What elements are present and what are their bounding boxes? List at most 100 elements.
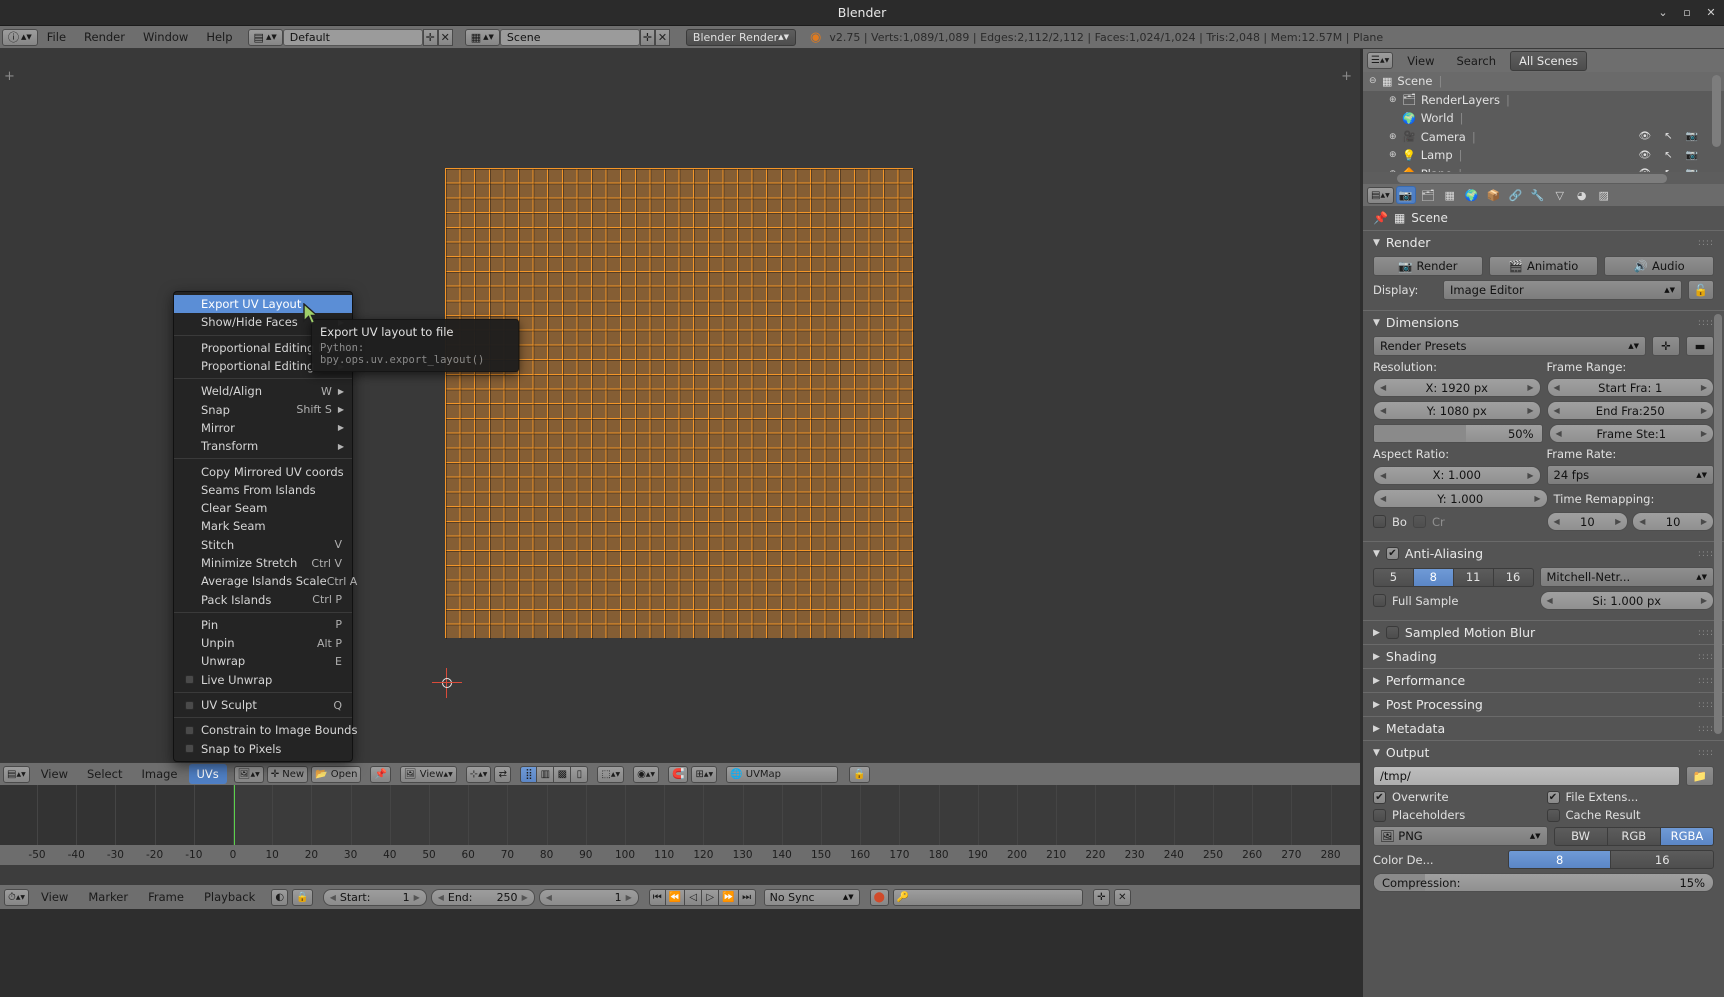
color-mode-rgb[interactable]: RGB [1608, 827, 1661, 846]
outliner-row[interactable]: ⊕🔶Plane|👁↖📷 [1363, 165, 1724, 173]
lock-icon[interactable]: 🔒 [849, 766, 869, 783]
resolution-y-field[interactable]: ◀ Y: 1080 px ▶ [1373, 401, 1541, 420]
aa-sample-5[interactable]: 5 [1373, 568, 1414, 587]
menu-checkbox-icon[interactable] [185, 701, 194, 710]
start-frame-inc-arrow[interactable]: ▶ [414, 893, 420, 902]
aspect-y-inc-arrow[interactable]: ▶ [1534, 494, 1540, 503]
aspect-x-inc-arrow[interactable]: ▶ [1527, 471, 1533, 480]
menu-item-unwrap[interactable]: UnwrapE [174, 652, 352, 670]
frame-rate-selector[interactable]: 24 fps ▲▼ [1547, 465, 1715, 485]
aa-size-field[interactable]: ◀ Si: 1.000 px ▶ [1540, 591, 1715, 610]
menu-item-live-unwrap[interactable]: Live Unwrap [174, 671, 352, 689]
timeline-menu-playback[interactable]: Playback [196, 888, 263, 906]
color-mode-bw[interactable]: BW [1554, 827, 1608, 846]
menu-help[interactable]: Help [197, 28, 241, 46]
outliner-restriction-icons[interactable]: 👁↖📷 [1638, 131, 1698, 142]
time-remap-new-field[interactable]: ◀ 10 ▶ [1632, 512, 1714, 531]
res-x-dec-arrow[interactable]: ◀ [1380, 383, 1386, 392]
render-audio-button[interactable]: 🔊 Audio [1604, 256, 1714, 276]
panel-header-dimensions[interactable]: ▼ Dimensions :::: [1363, 310, 1724, 334]
image-browse-icon[interactable]: 🖼▲▼ [234, 766, 264, 783]
menu-window[interactable]: Window [134, 28, 197, 46]
menu-item-average-islands-scale[interactable]: Average Islands ScaleCtrl A [174, 572, 352, 590]
sticky-select-icon[interactable]: ⬚▲▼ [597, 766, 624, 783]
scene-name-field[interactable]: Scene [500, 29, 640, 46]
outliner-display-mode[interactable]: All Scenes [1510, 51, 1587, 71]
menu-item-seams-from-islands[interactable]: Seams From Islands [174, 481, 352, 499]
toolshelf-expand-icon[interactable]: + [4, 69, 15, 84]
keying-add-icon[interactable]: ✛ [1093, 889, 1110, 906]
end-frame-inc-arrow[interactable]: ▶ [522, 893, 528, 902]
add-layout-button[interactable]: ✛ [423, 29, 438, 46]
selectability-arrow-icon[interactable]: ↖ [1664, 131, 1672, 142]
render-presets-selector[interactable]: Render Presets ▲▼ [1373, 336, 1646, 356]
aspect-y-dec-arrow[interactable]: ◀ [1380, 494, 1386, 503]
play-reverse-icon[interactable]: ◁ [685, 889, 702, 906]
panel-header-performance[interactable]: ▶Performance:::: [1363, 668, 1724, 692]
select-island-icon[interactable]: ▯ [571, 766, 588, 783]
menu-item-clear-seam[interactable]: Clear Seam [174, 499, 352, 517]
outliner-row[interactable]: ⊕🗂RenderLayers| [1363, 91, 1724, 110]
end-fra-dec-arrow[interactable]: ◀ [1554, 406, 1560, 415]
playback-controls[interactable]: ⏮ ⏪ ◁ ▷ ⏩ ⏭ [649, 889, 756, 906]
new-image-button[interactable]: ✛ New [267, 766, 308, 783]
tab-render-layers[interactable]: 🗂 [1418, 186, 1438, 204]
selectability-arrow-icon[interactable]: ↖ [1664, 168, 1672, 172]
menu-item-uv-sculpt[interactable]: UV SculptQ [174, 696, 352, 714]
start-fra-inc-arrow[interactable]: ▶ [1701, 383, 1707, 392]
panel-header-output[interactable]: ▼ Output :::: [1363, 740, 1724, 764]
renderability-camera-icon[interactable]: 📷 [1686, 150, 1698, 161]
compression-slider[interactable]: Compression: 15% [1373, 873, 1714, 892]
menu-item-pin[interactable]: PinP [174, 616, 352, 634]
current-frame-inc-arrow[interactable]: ▶ [626, 893, 632, 902]
aa-size-dec-arrow[interactable]: ◀ [1547, 596, 1553, 605]
outliner-row[interactable]: ⊕🎥Camera|👁↖📷 [1363, 128, 1724, 147]
start-fra-dec-arrow[interactable]: ◀ [1554, 383, 1560, 392]
editor-type-selector-uv[interactable]: ▤▲▼ [3, 766, 30, 783]
timeline-ruler[interactable]: -50-40-30-20-100102030405060708090100110… [0, 845, 1360, 865]
timeline-editor[interactable]: -50-40-30-20-100102030405060708090100110… [0, 785, 1360, 891]
selectability-arrow-icon[interactable]: ↖ [1664, 150, 1672, 161]
aspect-y-field[interactable]: ◀ Y: 1.000 ▶ [1373, 489, 1548, 508]
menu-item-pack-islands[interactable]: Pack IslandsCtrl P [174, 590, 352, 608]
visibility-eye-icon[interactable]: 👁 [1638, 131, 1651, 142]
expander-plus-icon[interactable]: ⊕ [1389, 169, 1402, 172]
minimize-icon[interactable]: ⌄ [1656, 6, 1670, 20]
tab-data[interactable]: ▽ [1550, 186, 1570, 204]
file-format-selector[interactable]: 🖼 PNG ▲▼ [1373, 826, 1548, 846]
jump-to-end-icon[interactable]: ⏭ [739, 889, 756, 906]
current-frame-dec-arrow[interactable]: ◀ [546, 893, 552, 902]
menu-item-snap[interactable]: SnapShift S▶ [174, 400, 352, 418]
play-icon[interactable]: ▷ [702, 889, 719, 906]
tab-render[interactable]: 📷 [1396, 186, 1416, 204]
placeholders-checkbox[interactable] [1373, 809, 1386, 822]
menu-item-transform[interactable]: Transform▶ [174, 437, 352, 455]
color-mode-segmented[interactable]: BWRGBRGBA [1554, 827, 1715, 846]
border-checkbox[interactable] [1373, 515, 1386, 528]
panel-header-render[interactable]: ▼ Render :::: [1363, 230, 1724, 254]
maximize-icon[interactable]: ▫ [1680, 6, 1694, 20]
remap-old-inc-arrow[interactable]: ▶ [1615, 517, 1621, 526]
folder-browse-icon[interactable]: 📁 [1686, 766, 1714, 786]
uv-select-mode-group[interactable]: ⣿ ▥ ▩ ▯ [520, 766, 588, 783]
display-lock-icon[interactable]: 🔓 [1688, 280, 1714, 300]
tab-texture[interactable]: ▨ [1594, 186, 1614, 204]
properties-expand-icon[interactable]: + [1341, 69, 1352, 84]
menu-item-minimize-stretch[interactable]: Minimize StretchCtrl V [174, 554, 352, 572]
panel-header-sampled-motion-blur[interactable]: ▶Sampled Motion Blur:::: [1363, 620, 1724, 644]
outliner-menu-view[interactable]: View [1399, 52, 1442, 70]
panel-header-shading[interactable]: ▶Shading:::: [1363, 644, 1724, 668]
proportional-edit-icon[interactable]: ◉▲▼ [633, 766, 659, 783]
start-frame-field[interactable]: ◀ Start: 1 ▶ [323, 889, 427, 906]
tab-scene[interactable]: ▦ [1440, 186, 1460, 204]
screen-layout-field[interactable]: Default [283, 29, 423, 46]
delete-scene-button[interactable]: ✕ [655, 29, 670, 46]
pivot-point-icon[interactable]: ⊹▲▼ [466, 766, 492, 783]
tab-material[interactable]: ◕ [1572, 186, 1592, 204]
editor-type-selector-timeline[interactable]: ⏱▲▼ [4, 889, 29, 906]
aa-sample-8[interactable]: 8 [1414, 568, 1454, 587]
outliner-row[interactable]: ⊕💡Lamp|👁↖📷 [1363, 146, 1724, 165]
panel-enable-checkbox[interactable] [1386, 626, 1399, 639]
aa-size-inc-arrow[interactable]: ▶ [1701, 596, 1707, 605]
remap-old-dec-arrow[interactable]: ◀ [1554, 517, 1560, 526]
